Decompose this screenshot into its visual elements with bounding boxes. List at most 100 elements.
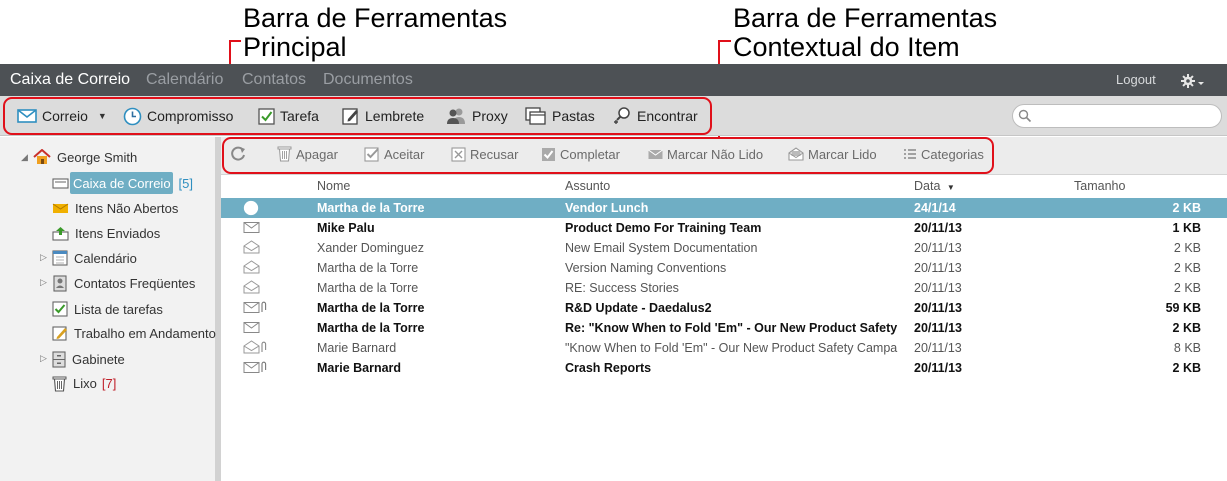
address-book-icon — [52, 274, 68, 292]
envelope-yellow-icon — [52, 202, 69, 215]
cell-date: 20/11/13 — [914, 301, 962, 315]
cell-size: 59 KB — [1165, 301, 1201, 315]
sidebar-item-label: Gabinete — [72, 351, 125, 367]
table-row[interactable]: Mike Palu Product Demo For Training Team 2… — [221, 218, 1227, 238]
trash-count-badge: [7] — [101, 375, 117, 391]
sidebar-item-mailbox[interactable]: Caixa de Correio [5] — [52, 172, 193, 194]
cell-from: Mike Palu — [317, 221, 375, 235]
sidebar-item-label: Lixo — [73, 375, 97, 391]
collapse-triangle-icon[interactable]: ▷ — [40, 353, 47, 364]
cell-date: 20/11/13 — [914, 281, 962, 295]
sidebar-item-work-in-progress[interactable]: Trabalho em Andamento — [52, 322, 216, 344]
cell-size: 2 KB — [1172, 201, 1201, 215]
annotation-context-toolbar-line1: Barra de Ferramentas — [733, 3, 998, 33]
sidebar-item-label: Contatos Freqüentes — [74, 275, 196, 291]
sidebar-item-trash[interactable]: Lixo [7] — [52, 372, 116, 394]
tab-contacts[interactable]: Contatos — [242, 64, 306, 96]
table-row[interactable]: Marie Barnard Crash Reports 20/11/13 2 KB — [221, 358, 1227, 378]
cell-subject: Version Naming Conventions — [565, 261, 727, 275]
top-navigation-bar: Caixa de Correio Calendário Contatos Doc… — [0, 64, 1227, 96]
sidebar-item-task-list[interactable]: Lista de tarefas — [52, 298, 163, 320]
table-row[interactable]: Xander Dominguez New Email System Documen… — [221, 238, 1227, 258]
cell-size: 2 KB — [1173, 241, 1201, 255]
cell-from: Marie Barnard — [317, 361, 402, 375]
cell-subject: "Know When to Fold 'Em" - Our New Produc… — [565, 341, 898, 355]
envelope-open-icon — [243, 280, 261, 297]
sidebar-item-label: Caixa de Correio — [73, 175, 171, 191]
cell-from: Xander Dominguez — [317, 241, 425, 255]
cell-date: 20/11/13 — [914, 361, 962, 375]
column-header-date-label: Data — [914, 179, 941, 193]
collapse-triangle-icon[interactable]: ▷ — [40, 277, 47, 288]
unread-count-badge: [5] — [178, 175, 194, 191]
annotation-box-context-toolbar — [222, 137, 994, 174]
column-header-size[interactable]: Tamanho — [1074, 176, 1125, 196]
envelope-closed-icon — [243, 220, 261, 237]
annotation-main-toolbar-line1: Barra de Ferramentas — [243, 3, 508, 33]
collapse-triangle-icon[interactable]: ▷ — [40, 252, 47, 263]
cell-subject: RE: Success Stories — [565, 281, 679, 295]
envelope-open-icon — [243, 260, 261, 277]
sidebar-item-label: Itens Enviados — [75, 225, 161, 241]
cell-subject: R&D Update - Daedalus2 — [565, 301, 712, 315]
table-row[interactable]: Martha de la Torre Vendor Lunch 24/1/14 2 K… — [221, 198, 1227, 218]
calendar-icon — [52, 250, 68, 266]
settings-gear-icon[interactable] — [1180, 73, 1206, 92]
sort-descending-icon: ▼ — [946, 183, 955, 192]
column-header-date[interactable]: Data ▼ — [914, 176, 955, 196]
trash-icon — [52, 375, 67, 392]
envelope-attachment-icon — [243, 360, 267, 377]
cell-from: Martha de la Torre — [317, 281, 419, 295]
cell-subject: Product Demo For Training Team — [565, 221, 762, 235]
annotation-main-toolbar-line2: Principal — [243, 32, 347, 62]
clock-icon — [243, 200, 259, 219]
column-header-name[interactable]: Nome — [317, 176, 350, 196]
sidebar-user-label: George Smith — [57, 149, 138, 165]
cell-size: 1 KB — [1172, 221, 1201, 235]
sidebar-item-unopened[interactable]: Itens Não Abertos — [52, 197, 178, 219]
cell-date: 20/11/13 — [914, 341, 962, 355]
expand-triangle-icon[interactable]: ◢ — [21, 152, 28, 163]
envelope-attachment-icon — [243, 300, 267, 317]
sidebar-item-sent[interactable]: Itens Enviados — [52, 222, 160, 244]
table-row[interactable]: Martha de la Torre R&D Update - Daedalus2… — [221, 298, 1227, 318]
cell-subject: Crash Reports — [565, 361, 652, 375]
sidebar-item-label: Lista de tarefas — [74, 301, 163, 317]
cell-size: 8 KB — [1173, 341, 1201, 355]
cell-date: 20/11/13 — [914, 241, 962, 255]
envelope-open-attachment-icon — [243, 340, 267, 357]
envelope-closed-icon — [243, 320, 261, 337]
table-row[interactable]: Martha de la Torre RE: Success Stories 20/… — [221, 278, 1227, 298]
column-header-subject[interactable]: Assunto — [565, 176, 610, 196]
work-in-progress-icon — [52, 325, 68, 341]
sidebar-user-node[interactable]: George Smith — [33, 146, 137, 168]
cell-from: Marie Barnard — [317, 341, 397, 355]
sidebar-item-calendar[interactable]: Calendário — [52, 247, 137, 269]
sidebar-item-frequent-contacts[interactable]: Contatos Freqüentes — [52, 272, 195, 294]
cabinet-icon — [52, 350, 66, 368]
table-row[interactable]: Martha de la Torre Version Naming Convent… — [221, 258, 1227, 278]
logout-link[interactable]: Logout — [1116, 64, 1156, 96]
table-row[interactable]: Marie Barnard "Know When to Fold 'Em" - O… — [221, 338, 1227, 358]
task-list-icon — [52, 301, 68, 317]
tab-mailbox[interactable]: Caixa de Correio — [10, 64, 130, 96]
cell-size: 2 KB — [1172, 361, 1201, 375]
cell-subject: Vendor Lunch — [565, 201, 649, 215]
envelope-open-icon — [243, 240, 261, 257]
tab-calendar[interactable]: Calendário — [146, 64, 223, 96]
cell-from: Martha de la Torre — [317, 261, 419, 275]
mailbox-icon — [52, 177, 69, 190]
home-icon — [33, 149, 51, 165]
annotation-box-main-toolbar — [3, 97, 712, 135]
cell-date: 24/1/14 — [914, 201, 956, 215]
cell-size: 2 KB — [1173, 261, 1201, 275]
sidebar-item-label: Trabalho em Andamento — [74, 325, 216, 341]
cell-subject: New Email System Documentation — [565, 241, 758, 255]
sent-items-icon — [52, 226, 69, 241]
sidebar-item-cabinet[interactable]: Gabinete — [52, 348, 125, 370]
table-row[interactable]: Martha de la Torre Re: "Know When to Fold… — [221, 318, 1227, 338]
cell-date: 20/11/13 — [914, 221, 962, 235]
search-input[interactable] — [1012, 104, 1222, 128]
tab-documents[interactable]: Documentos — [323, 64, 413, 96]
sidebar-item-label: Calendário — [74, 250, 137, 266]
